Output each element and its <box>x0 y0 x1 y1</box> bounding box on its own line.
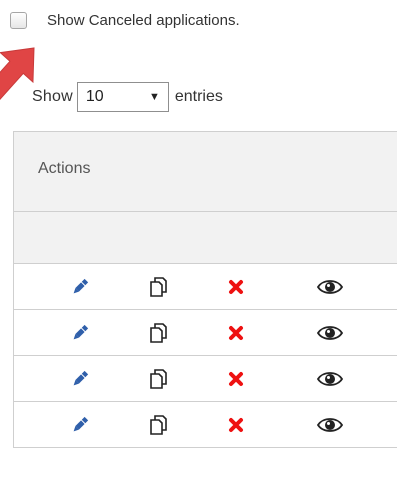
delete-icon[interactable] <box>221 310 251 355</box>
edit-icon[interactable] <box>65 356 95 401</box>
table-header: Actions <box>14 131 397 212</box>
delete-icon[interactable] <box>221 402 251 447</box>
copy-icon[interactable] <box>144 264 174 309</box>
view-icon[interactable] <box>315 310 345 355</box>
caret-down-icon: ▼ <box>148 91 160 103</box>
copy-icon[interactable] <box>144 402 174 447</box>
entries-select-value: 10 <box>85 88 104 105</box>
delete-icon[interactable] <box>221 356 251 401</box>
show-canceled-filter: Show Canceled applications. <box>10 8 240 32</box>
entries-label: entries <box>174 88 223 105</box>
table-body <box>14 264 397 448</box>
column-header-actions[interactable]: Actions <box>38 160 90 178</box>
copy-icon[interactable] <box>144 356 174 401</box>
delete-icon[interactable] <box>221 264 251 309</box>
view-icon[interactable] <box>315 402 345 447</box>
table-row <box>14 310 397 356</box>
edit-icon[interactable] <box>65 264 95 309</box>
view-icon[interactable] <box>315 356 345 401</box>
show-label: Show <box>32 88 73 105</box>
show-canceled-label[interactable]: Show Canceled applications. <box>47 12 240 29</box>
copy-icon[interactable] <box>144 310 174 355</box>
length-menu: Show 10 ▼ entries <box>32 82 223 112</box>
entries-select[interactable]: 10 ▼ <box>76 82 169 112</box>
edit-icon[interactable] <box>65 310 95 355</box>
edit-icon[interactable] <box>65 402 95 447</box>
view-icon[interactable] <box>315 264 345 309</box>
column-filter-row <box>14 212 397 264</box>
applications-table: Actions <box>13 131 397 448</box>
table-row <box>14 356 397 402</box>
table-row <box>14 402 397 448</box>
show-canceled-checkbox[interactable] <box>10 11 27 29</box>
table-row <box>14 264 397 310</box>
